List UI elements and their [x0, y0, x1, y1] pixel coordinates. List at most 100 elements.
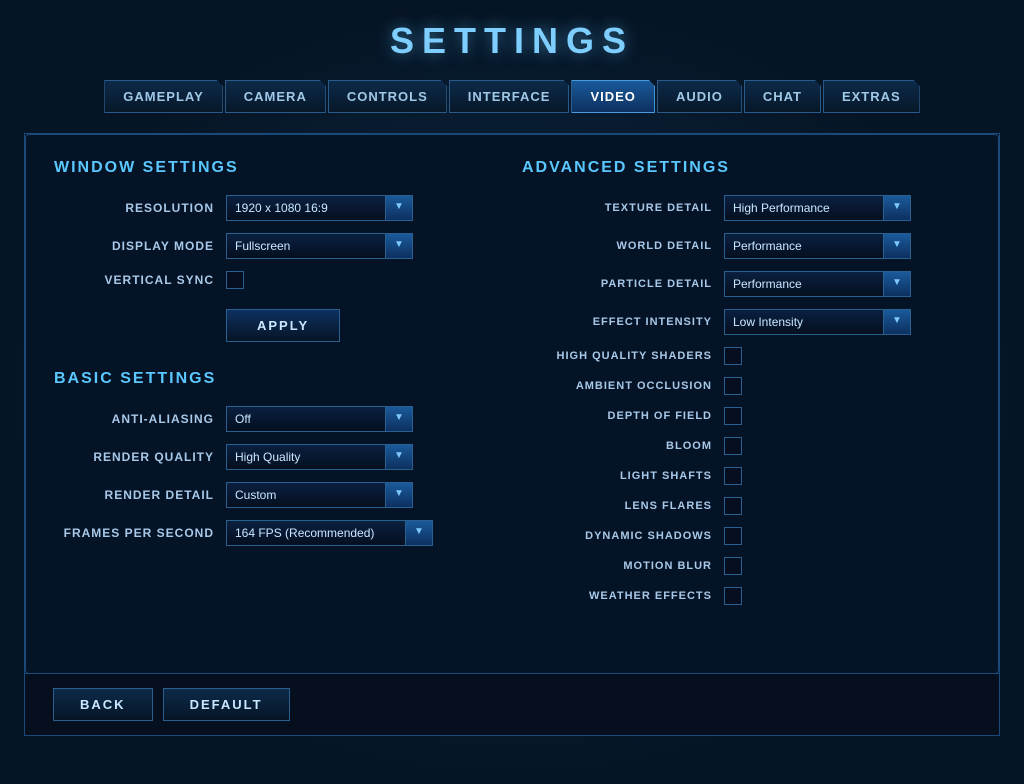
effect-intensity-dropdown[interactable]: Low Intensity [724, 309, 884, 335]
world-detail-row: WORLD DETAIL Performance ▼ [522, 233, 970, 259]
display-mode-dropdown[interactable]: Fullscreen [226, 233, 386, 259]
display-mode-dropdown-wrapper: Fullscreen ▼ [226, 233, 413, 259]
effect-intensity-label: EFFECT INTENSITY [522, 316, 712, 328]
tab-video[interactable]: VIDEO [571, 80, 654, 113]
lens-flares-label: LENS FLARES [522, 500, 712, 512]
anti-aliasing-dropdown-wrapper: Off ▼ [226, 406, 413, 432]
texture-detail-row: TEXTURE DETAIL High Performance ▼ [522, 195, 970, 221]
render-quality-label: RENDER QUALITY [54, 450, 214, 464]
bloom-label: BLOOM [522, 440, 712, 452]
light-shafts-checkbox[interactable] [724, 467, 742, 485]
dynamic-shadows-label: DYNAMIC SHADOWS [522, 530, 712, 542]
render-quality-row: RENDER QUALITY High Quality ▼ [54, 444, 502, 470]
render-quality-dropdown-arrow[interactable]: ▼ [386, 444, 413, 470]
bloom-checkbox[interactable] [724, 437, 742, 455]
fps-dropdown-arrow[interactable]: ▼ [406, 520, 433, 546]
vsync-checkbox[interactable] [226, 271, 244, 289]
ambient-occlusion-row: AMBIENT OCCLUSION [522, 377, 970, 395]
settings-panel: WINDOW SETTINGS RESOLUTION 1920 x 1080 1… [24, 133, 1000, 736]
effect-intensity-dropdown-arrow[interactable]: ▼ [884, 309, 911, 335]
dynamic-shadows-checkbox[interactable] [724, 527, 742, 545]
render-detail-dropdown-wrapper: Custom ▼ [226, 482, 413, 508]
resolution-dropdown-arrow[interactable]: ▼ [386, 195, 413, 221]
world-detail-dropdown[interactable]: Performance [724, 233, 884, 259]
fps-label: FRAMES PER SECOND [54, 526, 214, 540]
texture-detail-dropdown-arrow[interactable]: ▼ [884, 195, 911, 221]
particle-detail-row: PARTICLE DETAIL Performance ▼ [522, 271, 970, 297]
light-shafts-label: LIGHT SHAFTS [522, 470, 712, 482]
window-settings-title: WINDOW SETTINGS [54, 159, 502, 177]
anti-aliasing-dropdown-arrow[interactable]: ▼ [386, 406, 413, 432]
weather-effects-checkbox[interactable] [724, 587, 742, 605]
motion-blur-row: MOTION BLUR [522, 557, 970, 575]
tab-extras[interactable]: EXTRAS [823, 80, 920, 113]
display-mode-dropdown-arrow[interactable]: ▼ [386, 233, 413, 259]
basic-settings-title: BASIC SETTINGS [54, 370, 502, 388]
advanced-settings-title: ADVANCED SETTINGS [522, 159, 970, 177]
tab-chat[interactable]: CHAT [744, 80, 821, 113]
world-detail-label: WORLD DETAIL [522, 240, 712, 252]
particle-detail-dropdown-wrapper: Performance ▼ [724, 271, 911, 297]
fps-dropdown[interactable]: 164 FPS (Recommended) [226, 520, 406, 546]
tab-bar: GAMEPLAY CAMERA CONTROLS INTERFACE VIDEO… [12, 80, 1012, 113]
motion-blur-checkbox[interactable] [724, 557, 742, 575]
lens-flares-row: LENS FLARES [522, 497, 970, 515]
tab-camera[interactable]: CAMERA [225, 80, 326, 113]
fps-dropdown-wrapper: 164 FPS (Recommended) ▼ [226, 520, 433, 546]
right-panel: ADVANCED SETTINGS TEXTURE DETAIL High Pe… [522, 159, 970, 649]
render-detail-dropdown-arrow[interactable]: ▼ [386, 482, 413, 508]
resolution-row: RESOLUTION 1920 x 1080 16:9 ▼ [54, 195, 502, 221]
hq-shaders-label: HIGH QUALITY SHADERS [522, 350, 712, 362]
world-detail-dropdown-arrow[interactable]: ▼ [884, 233, 911, 259]
render-detail-label: RENDER DETAIL [54, 488, 214, 502]
display-mode-label: DISPLAY MODE [54, 239, 214, 253]
back-button[interactable]: BACK [53, 688, 153, 721]
render-detail-dropdown[interactable]: Custom [226, 482, 386, 508]
render-quality-dropdown[interactable]: High Quality [226, 444, 386, 470]
vsync-label: VERTICAL SYNC [54, 273, 214, 287]
resolution-label: RESOLUTION [54, 201, 214, 215]
depth-of-field-row: DEPTH OF FIELD [522, 407, 970, 425]
world-detail-dropdown-wrapper: Performance ▼ [724, 233, 911, 259]
particle-detail-dropdown-arrow[interactable]: ▼ [884, 271, 911, 297]
depth-of-field-label: DEPTH OF FIELD [522, 410, 712, 422]
render-quality-dropdown-wrapper: High Quality ▼ [226, 444, 413, 470]
hq-shaders-row: HIGH QUALITY SHADERS [522, 347, 970, 365]
lens-flares-checkbox[interactable] [724, 497, 742, 515]
page-title: SETTINGS [12, 20, 1012, 62]
ambient-occlusion-checkbox[interactable] [724, 377, 742, 395]
tab-gameplay[interactable]: GAMEPLAY [104, 80, 222, 113]
effect-intensity-row: EFFECT INTENSITY Low Intensity ▼ [522, 309, 970, 335]
texture-detail-label: TEXTURE DETAIL [522, 202, 712, 214]
render-detail-row: RENDER DETAIL Custom ▼ [54, 482, 502, 508]
anti-aliasing-label: ANTI-ALIASING [54, 412, 214, 426]
tab-controls[interactable]: CONTROLS [328, 80, 447, 113]
ambient-occlusion-label: AMBIENT OCCLUSION [522, 380, 712, 392]
weather-effects-label: WEATHER EFFECTS [522, 590, 712, 602]
tab-audio[interactable]: AUDIO [657, 80, 742, 113]
tab-interface[interactable]: INTERFACE [449, 80, 570, 113]
apply-button[interactable]: APPLY [226, 309, 340, 342]
bottom-bar: BACK DEFAULT [25, 673, 999, 735]
anti-aliasing-dropdown[interactable]: Off [226, 406, 386, 432]
basic-settings-section: BASIC SETTINGS ANTI-ALIASING Off ▼ RENDE… [54, 370, 502, 546]
particle-detail-dropdown[interactable]: Performance [724, 271, 884, 297]
texture-detail-dropdown-wrapper: High Performance ▼ [724, 195, 911, 221]
resolution-dropdown-wrapper: 1920 x 1080 16:9 ▼ [226, 195, 413, 221]
hq-shaders-checkbox[interactable] [724, 347, 742, 365]
effect-intensity-dropdown-wrapper: Low Intensity ▼ [724, 309, 911, 335]
anti-aliasing-row: ANTI-ALIASING Off ▼ [54, 406, 502, 432]
motion-blur-label: MOTION BLUR [522, 560, 712, 572]
left-panel: WINDOW SETTINGS RESOLUTION 1920 x 1080 1… [54, 159, 502, 649]
particle-detail-label: PARTICLE DETAIL [522, 278, 712, 290]
texture-detail-dropdown[interactable]: High Performance [724, 195, 884, 221]
bloom-row: BLOOM [522, 437, 970, 455]
dynamic-shadows-row: DYNAMIC SHADOWS [522, 527, 970, 545]
depth-of-field-checkbox[interactable] [724, 407, 742, 425]
vsync-row: VERTICAL SYNC [54, 271, 502, 289]
resolution-dropdown[interactable]: 1920 x 1080 16:9 [226, 195, 386, 221]
fps-row: FRAMES PER SECOND 164 FPS (Recommended) … [54, 520, 502, 546]
light-shafts-row: LIGHT SHAFTS [522, 467, 970, 485]
default-button[interactable]: DEFAULT [163, 688, 290, 721]
display-mode-row: DISPLAY MODE Fullscreen ▼ [54, 233, 502, 259]
